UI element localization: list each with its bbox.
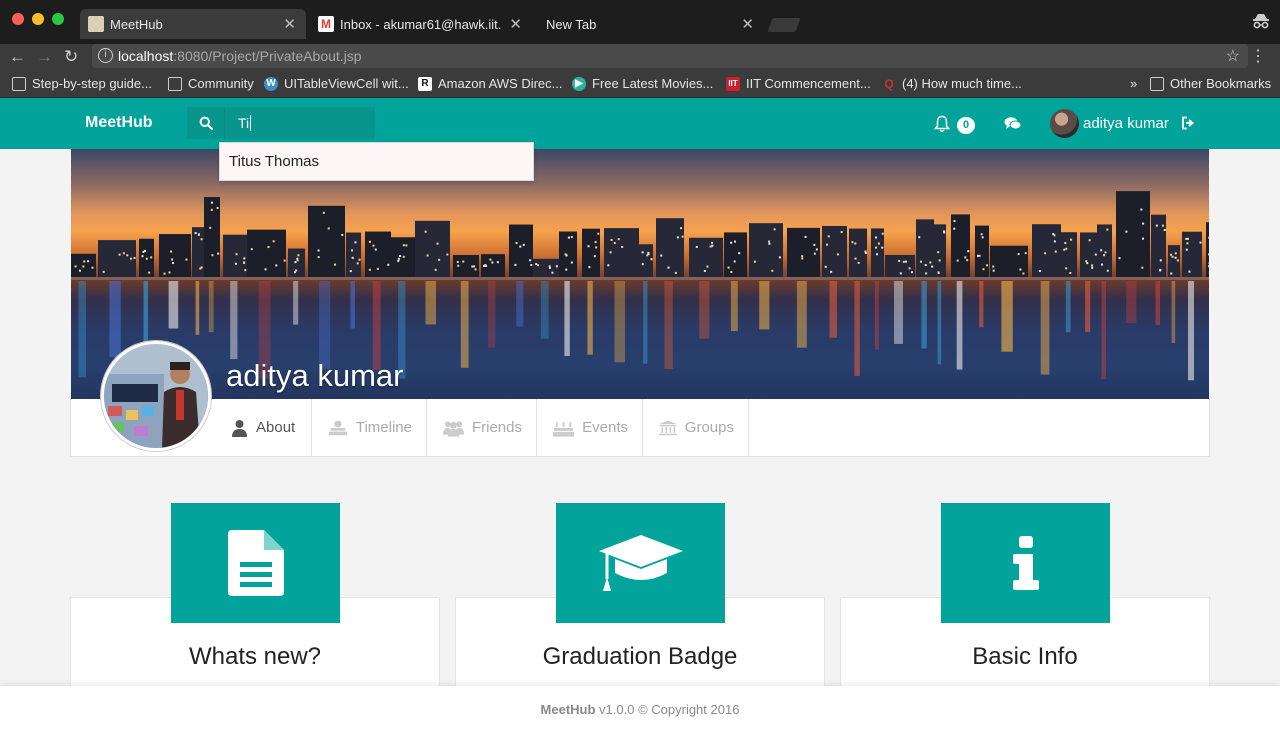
card-icon-box	[941, 503, 1110, 623]
card-icon-box	[171, 503, 340, 623]
notification-bell-icon[interactable]	[933, 115, 951, 133]
browser-tab-bar: MeetHub ✕ M Inbox - akumar61@hawk.iit.ed…	[0, 0, 1280, 44]
tab-groups[interactable]: Groups	[643, 399, 749, 456]
footer-copyright: v1.0.0 © Copyright 2016	[595, 702, 740, 717]
browser-toolbar: ← → ↻ i localhost:8080/Project/PrivateAb…	[0, 44, 1280, 70]
iit-logo-icon: IIT	[726, 76, 740, 91]
bookmark-item[interactable]: Community	[168, 76, 254, 91]
bookmark-item[interactable]: Q (4) How much time...	[882, 76, 1022, 91]
browser-tab-inbox[interactable]: M Inbox - akumar61@hawk.iit.ed ✕	[310, 9, 532, 39]
card-title: Basic Info	[972, 643, 1078, 670]
card-title: Whats new?	[188, 643, 322, 670]
info-icon	[1012, 536, 1039, 590]
gmail-icon: M	[318, 16, 334, 32]
maximize-window-button[interactable]	[52, 13, 64, 25]
card-title: Graduation Badge	[542, 643, 738, 670]
user-name-link[interactable]: aditya kumar	[1083, 115, 1169, 132]
footer-brand: MeetHub	[540, 702, 596, 717]
bookmark-item[interactable]: R Amazon AWS Direc...	[418, 76, 563, 91]
minimize-window-button[interactable]	[32, 13, 44, 25]
profile-name: aditya kumar	[226, 358, 404, 393]
search-suggestions-dropdown: Titus Thomas	[219, 142, 534, 181]
events-icon	[553, 421, 575, 437]
play-icon: ▶	[572, 76, 586, 91]
url-host: localhost	[118, 48, 174, 64]
profile-avatar[interactable]	[101, 341, 211, 451]
new-tab-button[interactable]	[767, 18, 801, 32]
close-tab-icon[interactable]: ✕	[283, 15, 296, 33]
messages-icon[interactable]	[1004, 116, 1022, 132]
incognito-icon	[1253, 14, 1269, 29]
search-icon	[199, 116, 213, 130]
tab-label: Events	[582, 419, 628, 436]
page-icon	[168, 76, 182, 91]
tab-title: New Tab	[546, 16, 597, 32]
search-button[interactable]	[187, 107, 225, 139]
close-window-button[interactable]	[12, 13, 24, 25]
bookmarks-bar: Step-by-step guide... Community W UITabl…	[0, 70, 1280, 98]
search-box	[187, 107, 375, 139]
folder-icon	[1150, 76, 1164, 91]
tab-label: About	[256, 419, 296, 436]
user-avatar[interactable]	[1050, 109, 1079, 138]
logout-icon[interactable]	[1181, 116, 1195, 130]
reload-icon[interactable]: ↻	[64, 47, 78, 67]
bookmark-item[interactable]: W UITableViewCell wit...	[264, 76, 409, 91]
close-tab-icon[interactable]: ✕	[509, 15, 522, 33]
page-footer: MeetHub v1.0.0 © Copyright 2016	[0, 686, 1280, 735]
tab-label: Friends	[471, 419, 522, 436]
bookmark-label: Amazon AWS Direc...	[438, 76, 563, 91]
forward-arrow-icon[interactable]: →	[36, 47, 53, 67]
tab-timeline[interactable]: Timeline	[312, 399, 427, 456]
tab-events[interactable]: Events	[537, 399, 643, 456]
close-tab-icon[interactable]: ✕	[741, 15, 754, 33]
tab-label: Timeline	[355, 419, 412, 436]
document-icon	[227, 530, 284, 596]
tab-about[interactable]: About	[215, 399, 312, 456]
page-icon	[12, 76, 26, 91]
friends-icon	[443, 420, 464, 437]
graduation-cap-icon	[598, 535, 683, 591]
other-bookmarks-folder[interactable]: Other Bookmarks	[1150, 76, 1271, 91]
institution-icon	[659, 420, 677, 435]
tab-title: MeetHub	[110, 16, 163, 32]
profile-tab-strip: About Timeline Friends Events Groups	[70, 399, 1210, 457]
timeline-icon	[328, 420, 347, 435]
app-navbar: MeetHub aditya kumar	[0, 98, 1280, 149]
quora-icon: Q	[884, 76, 894, 91]
bookmark-item[interactable]: ▶ Free Latest Movies...	[572, 76, 713, 91]
browser-tab-newtab[interactable]: New Tab ✕	[538, 9, 764, 39]
bookmark-label: Community	[188, 76, 254, 91]
brand-logo[interactable]: MeetHub	[85, 114, 153, 132]
tab-title: Inbox - akumar61@hawk.iit.ed	[340, 16, 502, 32]
bookmark-star-icon[interactable]: ☆	[1226, 46, 1240, 66]
tab-label: Groups	[684, 419, 734, 436]
search-suggestion-item[interactable]: Titus Thomas	[229, 153, 319, 170]
browser-tab-meethub[interactable]: MeetHub ✕	[80, 9, 306, 39]
bookmark-label: IIT Commencement...	[746, 76, 871, 91]
back-arrow-icon[interactable]: ←	[9, 47, 26, 67]
r-logo-icon: R	[418, 76, 432, 91]
bookmark-item[interactable]: Step-by-step guide...	[12, 76, 152, 91]
wordpress-icon: W	[264, 76, 278, 91]
user-icon	[232, 419, 247, 437]
bookmark-label: (4) How much time...	[902, 76, 1022, 91]
bookmark-label: UITableViewCell wit...	[284, 76, 409, 91]
address-bar[interactable]: i localhost:8080/Project/PrivateAbout.js…	[92, 44, 1248, 68]
bookmark-label: Other Bookmarks	[1170, 76, 1272, 91]
card-icon-box	[556, 503, 725, 623]
tab-friends[interactable]: Friends	[427, 399, 537, 456]
bookmark-item[interactable]: IIT IIT Commencement...	[726, 76, 871, 91]
browser-menu-icon[interactable]: ⋮	[1250, 46, 1266, 66]
notification-count-badge: 0	[957, 117, 975, 134]
bookmarks-overflow-button[interactable]: »	[1130, 76, 1137, 91]
url-path: :8080/Project/PrivateAbout.jsp	[173, 48, 362, 64]
overflow-chevron-icon: »	[1130, 76, 1138, 91]
text-caret	[250, 115, 251, 131]
meethub-favicon-icon	[88, 16, 104, 32]
bookmark-label: Step-by-step guide...	[32, 76, 152, 91]
profile-photo	[104, 344, 208, 448]
site-info-icon[interactable]: i	[98, 48, 113, 63]
bookmark-label: Free Latest Movies...	[592, 76, 714, 91]
